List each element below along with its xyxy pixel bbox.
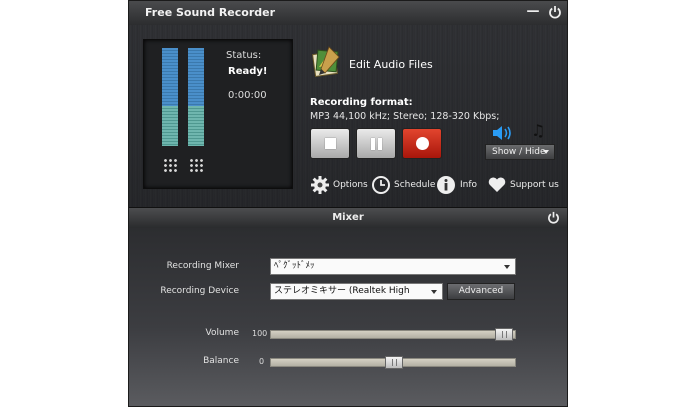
level-meter-box: Status: Ready! 0:00:00 <box>143 39 293 189</box>
mixer-power-icon[interactable] <box>547 211 560 224</box>
title-bar: Free Sound Recorder — <box>129 1 567 26</box>
window-title: Free Sound Recorder <box>145 6 276 19</box>
pause-bar <box>378 138 382 150</box>
balance-slider-thumb[interactable] <box>385 356 403 369</box>
mixer-panel: Recording Mixer ﾍﾟｸﾞｯﾄﾞﾒｯ Recording Devi… <box>129 228 567 406</box>
support-us-label: Support us <box>510 180 559 190</box>
edit-audio-icon[interactable] <box>311 45 341 77</box>
recorder-panel: Status: Ready! 0:00:00 Edit Audio Files … <box>129 25 567 207</box>
clock-icon <box>372 176 390 194</box>
info-button[interactable]: Info <box>436 175 480 195</box>
right-level-meter <box>188 48 204 146</box>
meter-top <box>162 48 178 106</box>
recording-device-label: Recording Device <box>160 286 239 296</box>
advanced-button[interactable]: Advanced <box>447 283 515 300</box>
power-icon <box>549 6 561 19</box>
mixer-title-bar: Mixer <box>129 207 567 229</box>
recording-mixer-label: Recording Mixer <box>166 261 239 271</box>
left-channel-dots <box>163 158 177 172</box>
gear-icon <box>311 176 329 194</box>
schedule-button[interactable]: Schedule <box>371 175 436 195</box>
record-icon <box>416 137 429 150</box>
volume-label: Volume <box>205 328 239 338</box>
meter-top <box>188 48 204 106</box>
elapsed-time: 0:00:00 <box>228 90 267 101</box>
show-hide-label: Show / Hide <box>492 147 546 157</box>
record-button[interactable] <box>402 128 442 159</box>
chevron-down-icon <box>504 265 510 269</box>
stop-button[interactable] <box>310 128 350 159</box>
balance-slider[interactable] <box>270 356 516 369</box>
status-value: Ready! <box>228 66 268 77</box>
meter-level <box>188 106 204 146</box>
advanced-label: Advanced <box>458 286 504 296</box>
info-label: Info <box>460 180 478 190</box>
pause-bar <box>371 138 375 150</box>
right-channel-dots <box>189 158 203 172</box>
speaker-icon[interactable] <box>491 122 515 144</box>
mixer-title: Mixer <box>332 212 364 223</box>
recording-mixer-value: ﾍﾟｸﾞｯﾄﾞﾒｯ <box>274 261 315 271</box>
support-us-button[interactable]: Support us <box>487 175 559 195</box>
left-level-meter <box>162 48 178 146</box>
volume-value: 100 <box>252 329 268 338</box>
chevron-down-icon <box>543 150 549 154</box>
power-button[interactable] <box>547 4 563 20</box>
volume-slider[interactable] <box>270 328 516 341</box>
schedule-label: Schedule <box>394 180 436 190</box>
music-note-icon[interactable]: ♫ <box>531 121 545 140</box>
recording-format-value[interactable]: MP3 44,100 kHz; Stereo; 128-320 Kbps; <box>310 111 499 122</box>
recording-mixer-select[interactable]: ﾍﾟｸﾞｯﾄﾞﾒｯ <box>270 258 516 275</box>
recording-format-label: Recording format: <box>310 97 413 108</box>
balance-value: 0 <box>259 357 265 366</box>
volume-slider-thumb[interactable] <box>495 328 513 341</box>
minimize-button[interactable]: — <box>525 4 541 20</box>
options-label: Options <box>333 180 368 190</box>
heart-icon <box>488 177 506 192</box>
stop-icon <box>325 138 336 149</box>
edit-audio-files-link[interactable]: Edit Audio Files <box>349 58 433 71</box>
meter-level <box>162 106 178 146</box>
show-hide-dropdown[interactable]: Show / Hide <box>485 144 555 160</box>
status-label: Status: <box>226 50 262 61</box>
info-icon <box>437 176 455 194</box>
pause-button[interactable] <box>356 128 396 159</box>
app-window: Free Sound Recorder — Status: Ready! 0:0… <box>128 0 568 407</box>
balance-label: Balance <box>203 356 239 366</box>
options-button[interactable]: Options <box>310 175 368 195</box>
chevron-down-icon <box>431 290 437 294</box>
recording-device-select[interactable]: ステレオミキサー (Realtek High <box>270 283 443 300</box>
recording-device-value: ステレオミキサー (Realtek High <box>274 286 410 296</box>
